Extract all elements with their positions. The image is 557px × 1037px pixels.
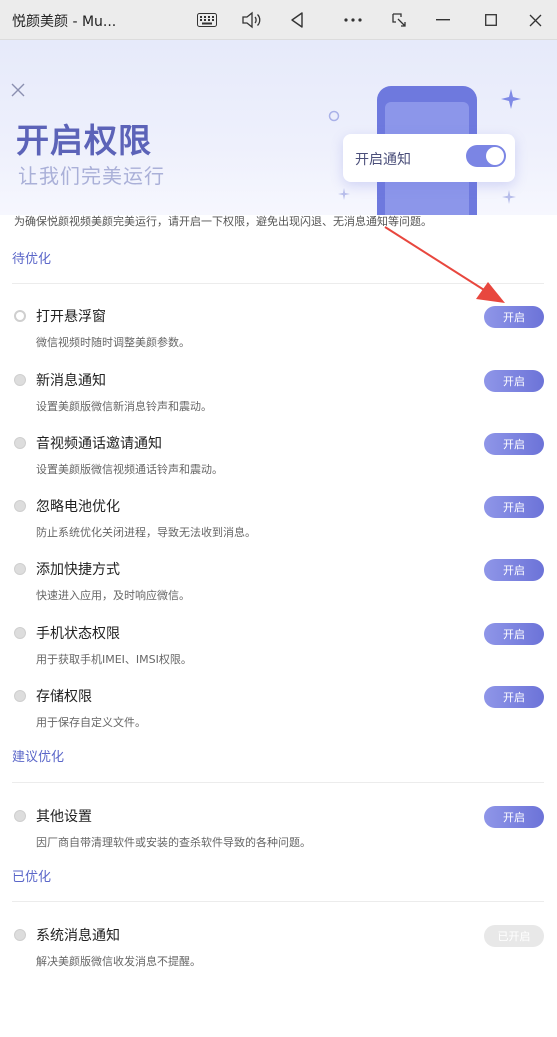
permission-desc: 快速进入应用，及时响应微信。 bbox=[36, 589, 190, 602]
permission-item-battery: 忽略电池优化 防止系统优化关闭进程，导致无法收到消息。 开启 bbox=[0, 492, 557, 552]
permission-desc: 因厂商自带清理软件或安装的查杀软件导致的各种问题。 bbox=[36, 836, 311, 849]
permission-item-storage: 存储权限 用于保存自定义文件。 开启 bbox=[0, 682, 557, 742]
section-divider bbox=[12, 283, 544, 284]
sparkle-small-icon bbox=[338, 188, 350, 200]
section-title-pending: 待优化 bbox=[12, 252, 52, 267]
enable-button[interactable]: 开启 bbox=[484, 496, 544, 518]
banner-title: 开启权限 bbox=[16, 121, 152, 160]
enable-button[interactable]: 开启 bbox=[484, 433, 544, 455]
banner-subtitle: 让我们完美运行 bbox=[18, 164, 165, 188]
bell-icon bbox=[14, 374, 26, 386]
permission-item-other-settings: 其他设置 因厂商自带清理软件或安装的查杀软件导致的各种问题。 开启 bbox=[0, 802, 557, 862]
enable-button[interactable]: 开启 bbox=[484, 370, 544, 392]
permission-name: 存储权限 bbox=[36, 689, 92, 705]
shortcut-icon bbox=[14, 563, 26, 575]
permission-item-system-notification: 系统消息通知 解决美颜版微信收发消息不提醒。 已开启 bbox=[0, 921, 557, 981]
permission-item-phone-state: 手机状态权限 用于获取手机IMEI、IMSI权限。 开启 bbox=[0, 619, 557, 679]
enabled-button[interactable]: 已开启 bbox=[484, 925, 544, 947]
restore-pin-icon[interactable] bbox=[384, 6, 414, 34]
permission-desc: 设置美颜版微信新消息铃声和震动。 bbox=[36, 400, 212, 413]
permission-desc: 微信视频时随时调整美颜参数。 bbox=[36, 336, 190, 349]
phone-state-icon bbox=[14, 627, 26, 639]
permission-item-new-message: 新消息通知 设置美颜版微信新消息铃声和震动。 开启 bbox=[0, 366, 557, 426]
permission-name: 其他设置 bbox=[36, 809, 92, 825]
circle-decoration-icon bbox=[328, 110, 340, 122]
permission-desc: 解决美颜版微信收发消息不提醒。 bbox=[36, 955, 201, 968]
permission-desc: 用于保存自定义文件。 bbox=[36, 716, 146, 729]
enable-button[interactable]: 开启 bbox=[484, 559, 544, 581]
permission-banner: 开启权限 让我们完美运行 开启通知 bbox=[0, 40, 557, 215]
permission-desc: 防止系统优化关闭进程，导致无法收到消息。 bbox=[36, 526, 256, 539]
toggle-switch-illustration bbox=[466, 145, 506, 167]
permission-name: 打开悬浮窗 bbox=[36, 309, 106, 325]
phone-icon bbox=[14, 437, 26, 449]
volume-icon[interactable] bbox=[236, 6, 266, 34]
enable-button[interactable]: 开启 bbox=[484, 806, 544, 828]
close-window-icon[interactable] bbox=[520, 6, 550, 34]
enable-button[interactable]: 开启 bbox=[484, 623, 544, 645]
notification-icon bbox=[14, 929, 26, 941]
keyboard-icon[interactable] bbox=[192, 6, 222, 34]
intro-text: 为确保悦颜视频美颜完美运行，请开启一下权限，避免出现闪退、无消息通知等问题。 bbox=[14, 215, 432, 228]
permission-desc: 设置美颜版微信视频通话铃声和震动。 bbox=[36, 463, 223, 476]
permission-name: 新消息通知 bbox=[36, 373, 106, 389]
permission-name: 音视频通话邀请通知 bbox=[36, 436, 162, 452]
more-icon[interactable] bbox=[338, 6, 368, 34]
permission-name: 忽略电池优化 bbox=[36, 499, 120, 515]
section-divider bbox=[12, 901, 544, 902]
storage-icon bbox=[14, 690, 26, 702]
notification-toast-illustration: 开启通知 bbox=[343, 134, 515, 182]
permission-item-shortcut: 添加快捷方式 快速进入应用，及时响应微信。 开启 bbox=[0, 555, 557, 615]
permission-name: 系统消息通知 bbox=[36, 928, 120, 944]
settings-icon bbox=[14, 810, 26, 822]
permission-desc: 用于获取手机IMEI、IMSI权限。 bbox=[36, 653, 192, 666]
section-title-suggested: 建议优化 bbox=[12, 750, 65, 765]
permission-name: 添加快捷方式 bbox=[36, 562, 120, 578]
toast-label: 开启通知 bbox=[355, 152, 411, 168]
section-divider bbox=[12, 782, 544, 783]
status-circle-icon bbox=[14, 310, 26, 322]
minimize-icon[interactable] bbox=[428, 6, 458, 34]
permission-item-call-invite: 音视频通话邀请通知 设置美颜版微信视频通话铃声和震动。 开启 bbox=[0, 429, 557, 489]
window-title: 悦颜美颜 - Mu... bbox=[12, 14, 117, 30]
enable-button[interactable]: 开启 bbox=[484, 306, 544, 328]
permission-name: 手机状态权限 bbox=[36, 626, 120, 642]
permission-item-floating-window: 打开悬浮窗 微信视频时随时调整美颜参数。 开启 bbox=[0, 302, 557, 362]
section-title-optimized: 已优化 bbox=[12, 870, 52, 885]
maximize-icon[interactable] bbox=[476, 6, 506, 34]
sparkle-small-icon-2 bbox=[502, 190, 516, 204]
sparkle-icon bbox=[501, 89, 521, 109]
window-titlebar: 悦颜美颜 - Mu... bbox=[0, 0, 557, 40]
back-icon[interactable] bbox=[282, 6, 312, 34]
enable-button[interactable]: 开启 bbox=[484, 686, 544, 708]
battery-icon bbox=[14, 500, 26, 512]
close-icon[interactable] bbox=[8, 80, 28, 100]
